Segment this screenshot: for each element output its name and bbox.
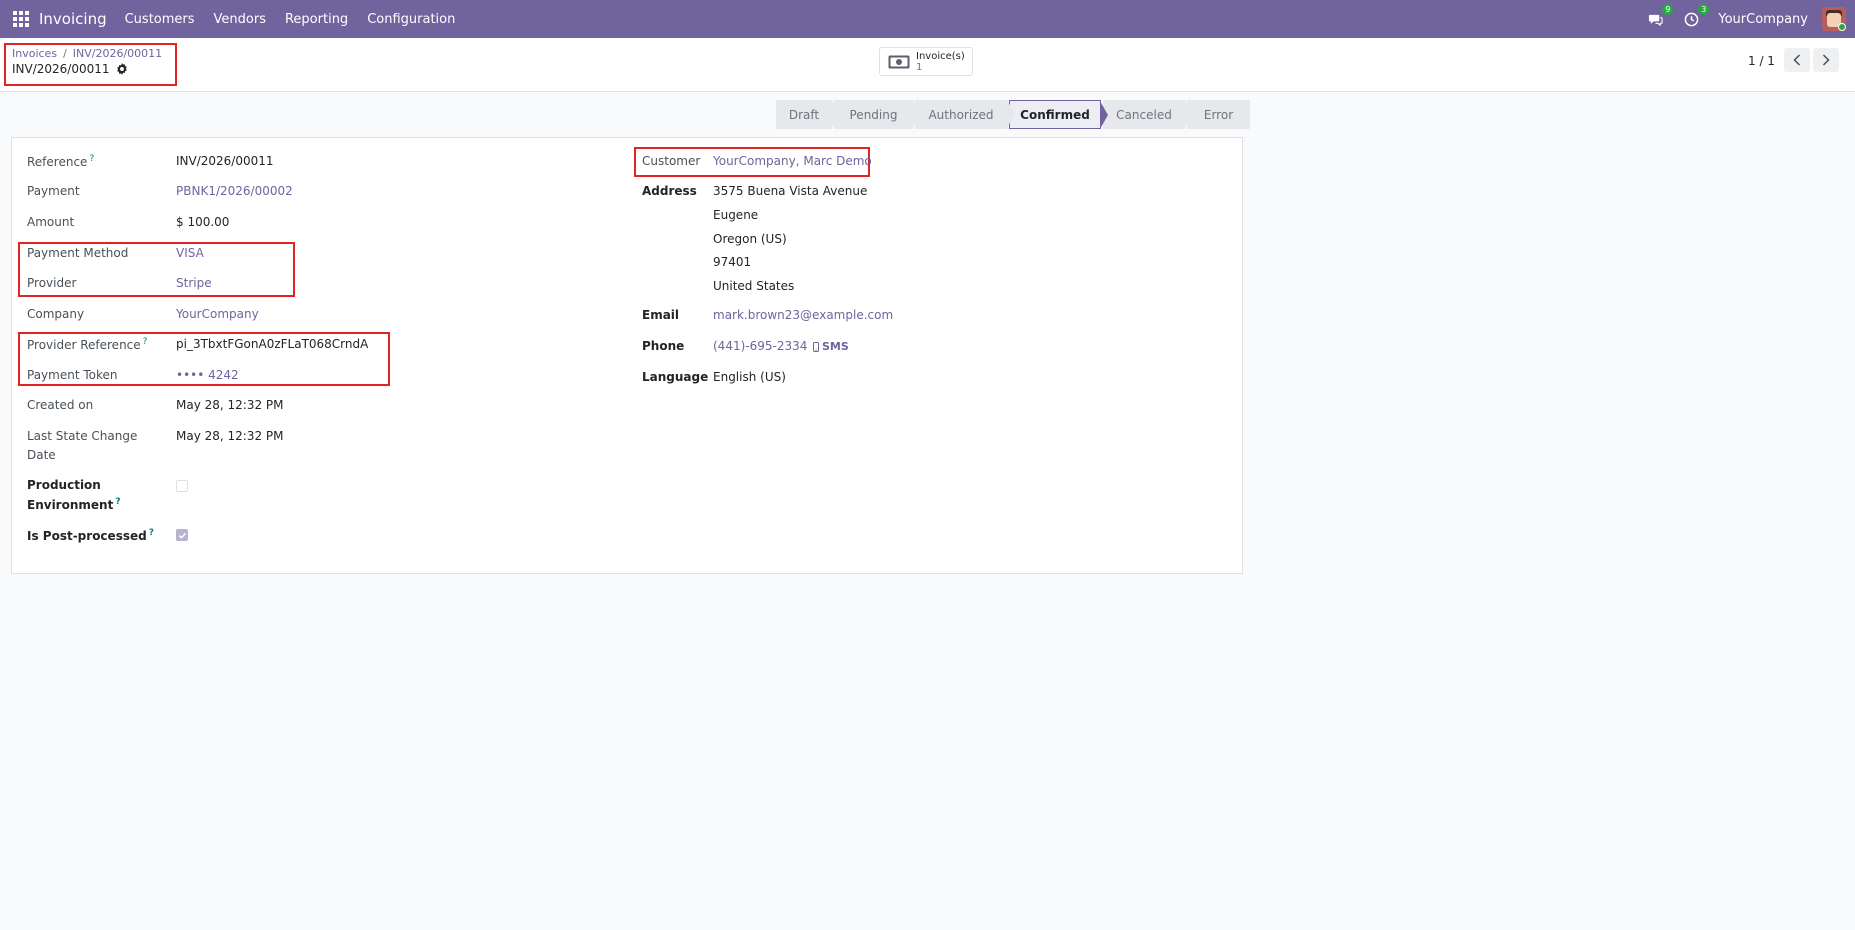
pager-value[interactable]: 1 / 1 bbox=[1748, 54, 1775, 68]
stage-error[interactable]: Error bbox=[1187, 100, 1250, 129]
last-state-change-label: Last State Change bbox=[27, 429, 138, 443]
phone-label: Phone bbox=[642, 339, 685, 353]
record-title-text: INV/2026/00011 bbox=[12, 62, 110, 76]
statusbar: Draft Pending Authorized Confirmed Cance… bbox=[776, 100, 1252, 129]
activities-count-badge: 3 bbox=[1698, 4, 1710, 15]
breadcrumb-separator: / bbox=[63, 47, 67, 60]
breadcrumb-invoices-link[interactable]: Invoices bbox=[12, 47, 57, 60]
record-title: INV/2026/00011 bbox=[12, 62, 128, 76]
is-post-processed-label: Is Post-processed? bbox=[27, 528, 154, 543]
reference-value: INV/2026/00011 bbox=[176, 154, 274, 168]
provider-reference-label: Provider Reference? bbox=[27, 337, 148, 352]
payment-link[interactable]: PBNK1/2026/00002 bbox=[176, 184, 293, 198]
production-environment-label-line2: Environment? bbox=[27, 497, 121, 512]
menu-item-configuration[interactable]: Configuration bbox=[367, 12, 455, 27]
company-label: Company bbox=[27, 307, 85, 321]
breadcrumb: Invoices / INV/2026/00011 bbox=[12, 47, 162, 60]
apps-menu-icon[interactable] bbox=[13, 11, 29, 27]
company-link[interactable]: YourCompany bbox=[176, 307, 259, 321]
checkmark-icon bbox=[178, 532, 186, 539]
address-label: Address bbox=[642, 184, 697, 198]
payment-label: Payment bbox=[27, 184, 80, 198]
pager-next-button[interactable] bbox=[1813, 48, 1839, 72]
production-environment-label: Production bbox=[27, 478, 101, 492]
language-label: Language bbox=[642, 370, 709, 384]
invoices-smart-button[interactable]: Invoice(s) 1 bbox=[879, 47, 973, 76]
last-state-change-label-line2: Date bbox=[27, 448, 56, 462]
production-environment-checkbox[interactable] bbox=[176, 480, 188, 492]
messages-icon[interactable]: 9 bbox=[1646, 4, 1674, 28]
created-on-label: Created on bbox=[27, 398, 94, 412]
stage-authorized[interactable]: Authorized bbox=[915, 100, 1015, 129]
menu-item-customers[interactable]: Customers bbox=[125, 12, 195, 27]
smart-button-value: 1 bbox=[916, 61, 923, 73]
form-sheet: Reference? INV/2026/00011 Payment PBNK1/… bbox=[11, 137, 1243, 574]
breadcrumb-record-link[interactable]: INV/2026/00011 bbox=[73, 47, 162, 60]
systray: 9 3 YourCompany bbox=[1646, 0, 1855, 38]
reference-label: Reference? bbox=[27, 154, 95, 169]
email-link[interactable]: mark.brown23@example.com bbox=[713, 308, 893, 322]
gear-icon[interactable] bbox=[116, 63, 128, 75]
stage-canceled[interactable]: Canceled bbox=[1103, 100, 1193, 129]
chevron-left-icon bbox=[1793, 54, 1801, 66]
app-name[interactable]: Invoicing bbox=[39, 10, 107, 28]
language-value: English (US) bbox=[713, 370, 786, 384]
customer-link[interactable]: YourCompany, Marc Demo bbox=[713, 154, 872, 168]
amount-label: Amount bbox=[27, 215, 75, 229]
is-post-processed-help-icon[interactable]: ? bbox=[149, 528, 154, 538]
created-on-value: May 28, 12:32 PM bbox=[176, 398, 284, 412]
money-icon bbox=[888, 55, 910, 68]
top-navbar: Invoicing Customers Vendors Reporting Co… bbox=[0, 0, 1855, 38]
mobile-phone-icon bbox=[813, 341, 819, 352]
payment-method-label: Payment Method bbox=[27, 246, 129, 260]
address-line-street: 3575 Buena Vista Avenue bbox=[713, 184, 868, 198]
customer-label: Customer bbox=[642, 154, 701, 168]
is-post-processed-checkbox[interactable] bbox=[176, 529, 188, 541]
provider-label: Provider bbox=[27, 276, 77, 290]
stage-draft[interactable]: Draft bbox=[776, 100, 840, 129]
company-switcher[interactable]: YourCompany bbox=[1718, 12, 1808, 27]
user-avatar[interactable] bbox=[1822, 7, 1846, 31]
stage-confirmed[interactable]: Confirmed bbox=[1009, 100, 1108, 129]
address-line-country: United States bbox=[713, 279, 795, 293]
last-state-change-value: May 28, 12:32 PM bbox=[176, 429, 284, 443]
stage-pending[interactable]: Pending bbox=[834, 100, 921, 129]
provider-reference-value: pi_3TbxtFGonA0zFLaT068CrndA bbox=[176, 337, 369, 351]
address-line-city: Eugene bbox=[713, 208, 759, 222]
provider-reference-help-icon[interactable]: ? bbox=[143, 337, 148, 347]
menu-item-reporting[interactable]: Reporting bbox=[285, 12, 348, 27]
phone-link[interactable]: (441)-695-2334 bbox=[713, 339, 807, 353]
messages-count-badge: 9 bbox=[1662, 4, 1674, 15]
menu-item-vendors[interactable]: Vendors bbox=[214, 12, 266, 27]
address-line-state: Oregon (US) bbox=[713, 232, 787, 246]
control-panel: Invoices / INV/2026/00011 INV/2026/00011… bbox=[0, 38, 1855, 92]
chevron-right-icon bbox=[1822, 54, 1830, 66]
send-sms-button[interactable]: SMS bbox=[813, 340, 849, 353]
production-environment-help-icon[interactable]: ? bbox=[115, 497, 120, 507]
activities-clock-icon[interactable]: 3 bbox=[1682, 4, 1710, 28]
payment-token-label: Payment Token bbox=[27, 368, 118, 382]
payment-token-link[interactable]: •••• 4242 bbox=[176, 368, 239, 382]
main-menu: Customers Vendors Reporting Configuratio… bbox=[125, 12, 475, 27]
amount-value: $ 100.00 bbox=[176, 215, 230, 229]
address-line-zip: 97401 bbox=[713, 255, 752, 269]
payment-method-link[interactable]: VISA bbox=[176, 246, 204, 260]
reference-help-icon[interactable]: ? bbox=[89, 154, 94, 164]
email-label: Email bbox=[642, 308, 680, 322]
sms-label: SMS bbox=[822, 340, 849, 353]
provider-link[interactable]: Stripe bbox=[176, 276, 212, 290]
pager-previous-button[interactable] bbox=[1784, 48, 1810, 72]
smart-button-label: Invoice(s) bbox=[916, 50, 965, 62]
